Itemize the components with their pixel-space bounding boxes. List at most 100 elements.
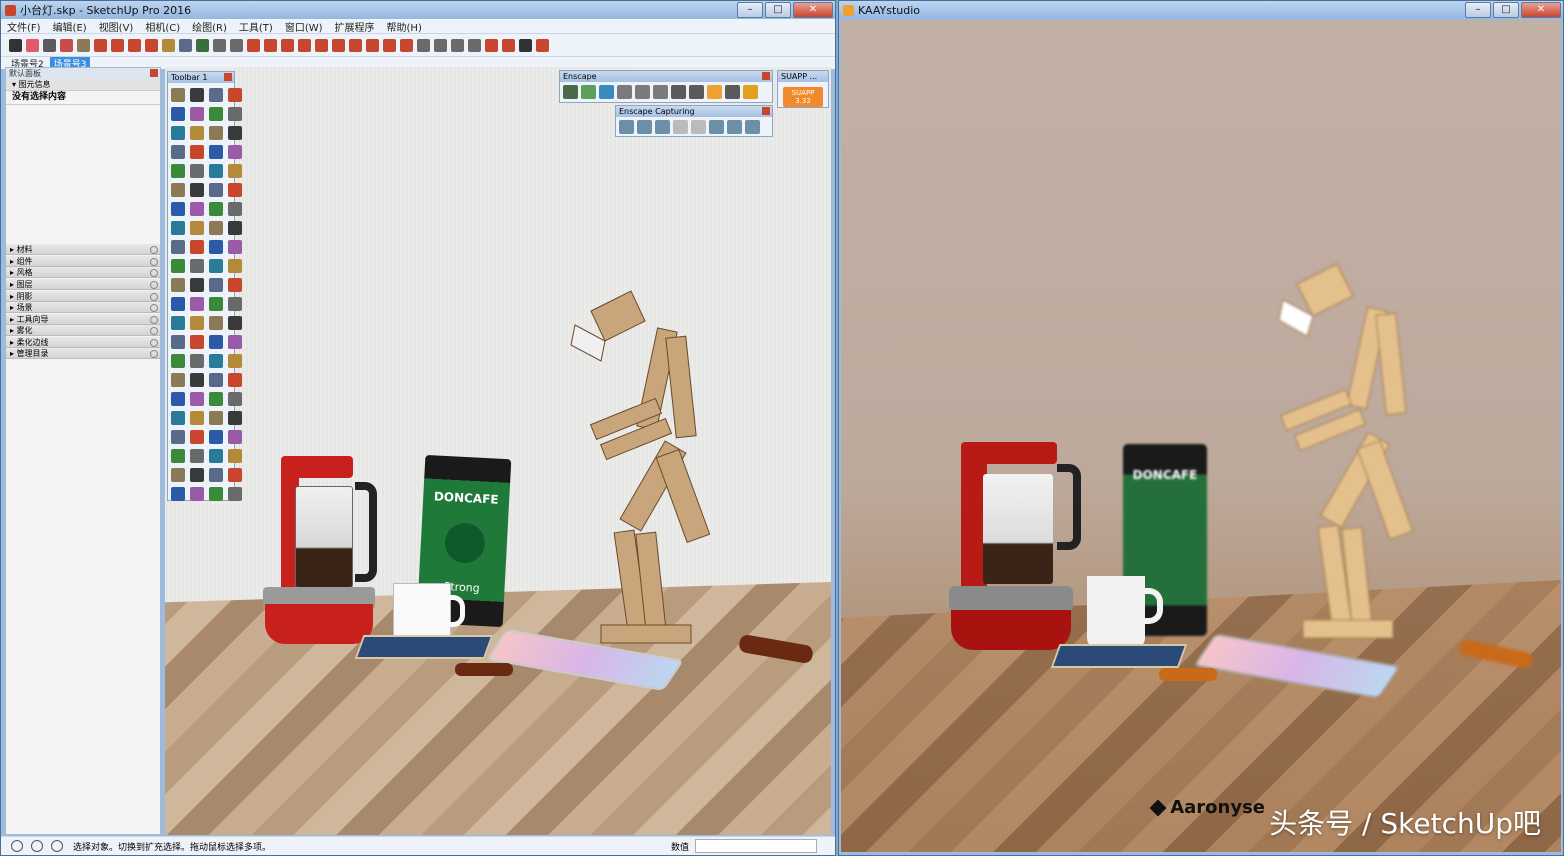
enscape-start-icon[interactable] [563,85,578,99]
toolbar1-tool-icon[interactable] [171,335,185,349]
panel-styles[interactable]: ▸ 风格 [6,267,160,278]
extension-icon[interactable] [281,38,294,52]
toolbar1-tool-icon[interactable] [190,126,204,140]
toolbar1-tool-icon[interactable] [171,145,185,159]
close-button[interactable]: ✕ [793,2,833,18]
enscape-sync-icon[interactable] [581,85,596,99]
undo-icon[interactable] [298,38,311,52]
toolbar1-tool-icon[interactable] [209,468,223,482]
axes-icon[interactable] [468,38,481,52]
enscape-settings-icon[interactable] [671,85,686,99]
measurements-input[interactable] [695,839,817,853]
toolbar1-tool-icon[interactable] [190,411,204,425]
panel-close-icon[interactable] [150,281,158,289]
toolbar1-tool-icon[interactable] [171,392,185,406]
maximize-button[interactable]: □ [765,2,791,18]
panel-close-icon[interactable] [150,350,158,358]
toolbar1-tool-icon[interactable] [228,468,242,482]
toolbar1-tool-icon[interactable] [171,221,185,235]
toolbar1-tool-icon[interactable] [171,487,185,501]
panel-close-icon[interactable] [150,316,158,324]
enscape-web-icon[interactable] [725,85,740,99]
enscape-info-icon[interactable] [707,85,722,99]
toolbar1-tool-icon[interactable] [190,449,204,463]
toolbar1-tool-icon[interactable] [190,221,204,235]
scale-icon[interactable] [145,38,158,52]
select-icon[interactable] [9,38,22,52]
entity-info-panel[interactable]: ▾ 图元信息 [6,79,160,91]
toolbar1-tool-icon[interactable] [190,468,204,482]
render-maximize-button[interactable]: □ [1493,2,1519,18]
arc-icon[interactable] [60,38,73,52]
toolbar1-tool-icon[interactable] [228,202,242,216]
enscape-views-icon[interactable] [599,85,614,99]
toolbar1-tool-icon[interactable] [171,126,185,140]
toolbar1-tool-icon[interactable] [190,297,204,311]
toolbar1-tool-icon[interactable] [209,430,223,444]
menu-help[interactable]: 帮助(H) [387,19,422,34]
toolbar1-tool-icon[interactable] [209,297,223,311]
toolbar1-tool-icon[interactable] [209,316,223,330]
push-pull-icon[interactable] [94,38,107,52]
toolbar1-tool-icon[interactable] [190,278,204,292]
text-icon[interactable] [179,38,192,52]
enscape-sound-icon[interactable] [653,85,668,99]
toolbar1-tool-icon[interactable] [171,88,185,102]
sandbox-icon[interactable] [366,38,379,52]
toolbar1-tool-icon[interactable] [190,202,204,216]
toolbar1-tool-icon[interactable] [228,259,242,273]
capture-vr-icon[interactable] [745,120,760,134]
capture-web-icon[interactable] [727,120,742,134]
panel-layers[interactable]: ▸ 图层 [6,279,160,290]
layers-stack-icon[interactable] [536,38,549,52]
panel-close-icon[interactable] [150,339,158,347]
component-icon[interactable] [264,38,277,52]
toolbar1-tool-icon[interactable] [171,468,185,482]
tray-close-icon[interactable] [150,69,158,77]
toolbar1-tool-icon[interactable] [228,411,242,425]
toolbar1-tool-icon[interactable] [171,430,185,444]
enscape-capturing-close-icon[interactable] [762,107,770,115]
shape-icon[interactable] [77,38,90,52]
menu-window[interactable]: 窗口(W) [285,19,323,34]
toolbar1-tool-icon[interactable] [171,316,185,330]
rotate-icon[interactable] [128,38,141,52]
toolbar1-tool-icon[interactable] [209,164,223,178]
menu-draw[interactable]: 绘图(R) [192,19,227,34]
toolbar1-tool-icon[interactable] [171,107,185,121]
menu-edit[interactable]: 编辑(E) [53,19,87,34]
toolbar1-tool-icon[interactable] [190,392,204,406]
menu-view[interactable]: 视图(V) [99,19,134,34]
toolbar1-tool-icon[interactable] [209,411,223,425]
toolbar1-tool-icon[interactable] [190,259,204,273]
toolbar1-tool-icon[interactable] [209,202,223,216]
menu-file[interactable]: 文件(F) [7,19,41,34]
toolbar1-tool-icon[interactable] [209,126,223,140]
minimize-button[interactable]: – [737,2,763,18]
toolbar1-tool-icon[interactable] [171,240,185,254]
panel-close-icon[interactable] [150,293,158,301]
toolbar1-tool-icon[interactable] [209,354,223,368]
panel-close-icon[interactable] [150,246,158,254]
toolbar1-tool-icon[interactable] [228,107,242,121]
toolbar1-tool-icon[interactable] [228,164,242,178]
line-icon[interactable] [43,38,56,52]
toolbar1-tool-icon[interactable] [190,354,204,368]
enscape-screenshot-icon[interactable] [635,85,650,99]
capture-video-icon[interactable] [655,120,670,134]
panel-close-icon[interactable] [150,258,158,266]
toolbar1-tool-icon[interactable] [209,487,223,501]
panel-instructor[interactable]: ▸ 工具向导 [6,314,160,325]
toolbar1-tool-icon[interactable] [190,164,204,178]
geo-location-icon[interactable] [11,840,23,852]
toolbar1-tool-icon[interactable] [228,221,242,235]
follow-me-icon[interactable] [417,38,430,52]
gear-icon[interactable] [485,38,498,52]
capture-exe-icon[interactable] [709,120,724,134]
panel-close-icon[interactable] [150,269,158,277]
toolbar1-tool-icon[interactable] [190,316,204,330]
toolbar1-tool-icon[interactable] [209,240,223,254]
toolbar1-tool-icon[interactable] [228,316,242,330]
toolbar1-tool-icon[interactable] [228,392,242,406]
orbit-icon[interactable] [196,38,209,52]
